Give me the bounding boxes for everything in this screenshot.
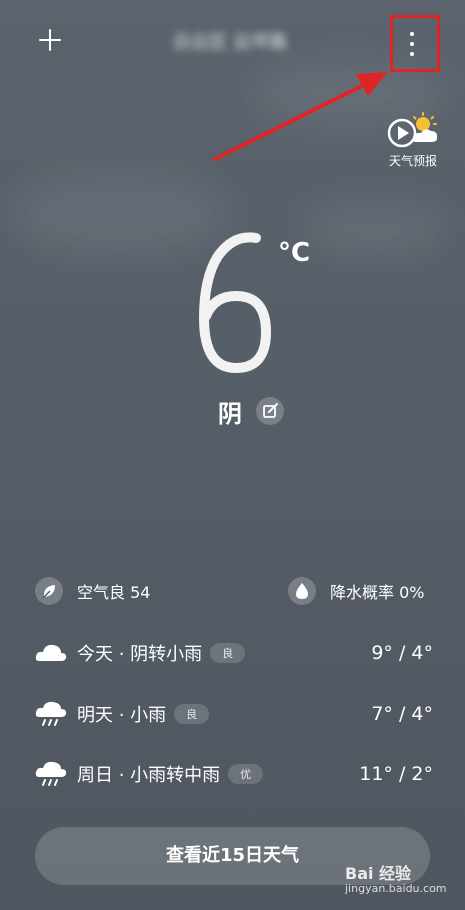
watermark-brand: Bai 经验 [345, 864, 412, 883]
day-label: 今天 · 阴转小雨 [77, 644, 203, 665]
air-quality[interactable]: 空气良 54 [35, 576, 150, 606]
weather-forecast-video-button[interactable]: 天气预报 [383, 112, 443, 172]
aqi-badge: 良 [210, 643, 246, 663]
aqi-badge: 良 [174, 704, 210, 724]
rain-cloud-icon [35, 760, 67, 788]
temperature-range: 7° / 4° [371, 703, 433, 725]
precipitation-label: 降水概率 0% [330, 583, 425, 602]
watermark-url: jingyan.baidu.com [345, 882, 447, 895]
plus-icon[interactable] [38, 28, 62, 52]
day-row-today[interactable]: 今天 · 阴转小雨 良 9° / 4° [35, 638, 433, 668]
water-drop-icon [288, 577, 316, 605]
background-cloud [300, 200, 450, 260]
temperature-range: 9° / 4° [371, 642, 433, 664]
location-title[interactable]: 白云区 云坪路 [150, 28, 310, 54]
temperature-unit: °C [278, 238, 311, 268]
day-row-sunday[interactable]: 周日 · 小雨转中雨 优 11° / 2° [35, 759, 433, 789]
play-sun-cloud-icon [387, 112, 438, 148]
forecast-video-label: 天气预报 [388, 154, 437, 168]
weather-condition: 阴 [218, 400, 242, 428]
edit-icon[interactable] [256, 397, 284, 425]
baidu-watermark: Bai 经验 jingyan.baidu.com [345, 860, 460, 900]
day-label: 明天 · 小雨 [77, 705, 167, 726]
air-quality-label: 空气良 54 [77, 583, 151, 602]
svg-text:6: 6 [235, 327, 236, 329]
temperature-value: 6 [198, 232, 272, 374]
aqi-badge: 优 [228, 764, 264, 784]
highlight-box [390, 15, 440, 72]
day-label: 周日 · 小雨转中雨 [77, 765, 221, 786]
day-row-tomorrow[interactable]: 明天 · 小雨 良 7° / 4° [35, 699, 433, 729]
temperature-range: 11° / 2° [359, 763, 433, 785]
cloud-icon [35, 639, 67, 667]
precipitation-probability[interactable]: 降水概率 0% [288, 576, 424, 606]
rain-cloud-icon [35, 700, 67, 728]
leaf-icon [35, 577, 63, 605]
